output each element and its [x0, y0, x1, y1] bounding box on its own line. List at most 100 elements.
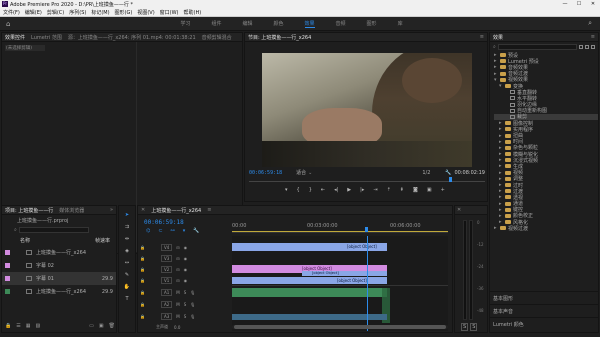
type-tool-icon[interactable]: T: [125, 296, 128, 302]
track-header[interactable]: 🔒 A3 M S 🎙: [140, 312, 230, 320]
collapsed-chevron-icon[interactable]: ▸: [499, 207, 503, 213]
collapsed-chevron-icon[interactable]: ▸: [494, 225, 498, 231]
lift-icon[interactable]: ⇡: [387, 187, 391, 193]
program-scrub-bar[interactable]: [249, 177, 485, 182]
step-back-icon[interactable]: ◂|: [334, 187, 338, 193]
track-lock-icon[interactable]: 🔒: [140, 245, 145, 250]
sync-lock-icon[interactable]: ⊟: [176, 256, 179, 261]
menu-help[interactable]: 帮助(H): [184, 9, 202, 16]
nest-icon[interactable]: ⌬: [146, 228, 150, 234]
essential-sound-tab[interactable]: 基本声音: [490, 305, 598, 318]
minimize-button[interactable]: —: [558, 1, 572, 7]
master-track-header[interactable]: 主声道 0.0: [156, 324, 180, 330]
collapsed-chevron-icon[interactable]: ▸: [499, 170, 503, 176]
add-button-icon[interactable]: +: [441, 187, 445, 193]
track-header[interactable]: 🔒 V3 ⊟ ◉: [140, 254, 230, 262]
menu-window[interactable]: 窗口(W): [160, 9, 179, 16]
go-to-out-icon[interactable]: ⇥: [373, 187, 377, 193]
video-clip-v2-source[interactable]: [object Object]: [302, 271, 387, 276]
mute-icon[interactable]: M: [176, 290, 179, 295]
track-header[interactable]: 🔒 V4 ⊟ ◉: [140, 243, 230, 251]
list-view-icon[interactable]: ☰: [16, 323, 20, 329]
collapsed-chevron-icon[interactable]: ▸: [499, 176, 503, 182]
expanded-chevron-icon[interactable]: ▾: [494, 77, 498, 83]
tab-media-browser[interactable]: 媒体浏览器: [59, 207, 84, 214]
effects-search-input[interactable]: [497, 44, 577, 50]
program-timecode[interactable]: 00:06:59:18: [249, 170, 282, 176]
eye-icon[interactable]: ◉: [184, 245, 188, 250]
collapsed-chevron-icon[interactable]: ▸: [499, 126, 503, 132]
track-lock-icon[interactable]: 🔒: [140, 302, 145, 307]
collapsed-chevron-icon[interactable]: ▸: [499, 139, 503, 145]
extract-icon[interactable]: ⇞: [400, 187, 404, 193]
audio-clip-a1[interactable]: [232, 288, 387, 297]
video-clip-v3[interactable]: [object Object]: [232, 243, 387, 251]
ripple-edit-tool-icon[interactable]: ⇹: [125, 236, 129, 242]
workspace-learn[interactable]: 学习: [180, 20, 190, 27]
wrench-icon[interactable]: 🔧: [445, 170, 451, 176]
project-list-item[interactable]: 字幕 01 29.9: [2, 272, 116, 285]
video-clip-v1[interactable]: [object Object]: [232, 277, 387, 284]
tab-audio-clip-mixer[interactable]: 音频剪辑混合: [202, 34, 232, 41]
razor-tool-icon[interactable]: ◈: [125, 248, 129, 254]
maximize-button[interactable]: ☐: [572, 1, 586, 7]
track-header[interactable]: 🔒 V2 ⊟ ◉: [140, 265, 230, 273]
solo-icon[interactable]: S: [184, 290, 187, 295]
track-lock-icon[interactable]: 🔒: [140, 278, 145, 283]
tab-project[interactable]: 项目: 上班摸鱼——行: [5, 207, 53, 214]
comparison-view-icon[interactable]: ▣: [427, 187, 432, 193]
project-list-item[interactable]: 字幕 02: [2, 259, 116, 272]
menu-marker[interactable]: 标记(M): [91, 9, 109, 16]
play-icon[interactable]: ▶: [347, 187, 351, 193]
collapsed-chevron-icon[interactable]: ▸: [499, 145, 503, 151]
hand-tool-icon[interactable]: ✋: [124, 284, 130, 290]
collapsed-chevron-icon[interactable]: ▸: [499, 133, 503, 139]
zoom-dropdown[interactable]: 1/2: [422, 170, 430, 176]
icon-view-icon[interactable]: ▦: [26, 323, 31, 329]
pen-tool-icon[interactable]: ✎: [125, 272, 129, 278]
new-bin-icon[interactable]: ▭: [89, 323, 94, 329]
trash-icon[interactable]: 🗑: [109, 323, 115, 329]
timeline-timecode[interactable]: 00:06:59:18: [144, 219, 184, 226]
collapsed-chevron-icon[interactable]: ▸: [494, 52, 498, 58]
workspace-editing[interactable]: 编辑: [242, 20, 252, 27]
collapsed-chevron-icon[interactable]: ▸: [499, 120, 503, 126]
track-lock-icon[interactable]: 🔒: [140, 256, 145, 261]
lumetri-color-tab[interactable]: Lumetri 颜色: [490, 318, 598, 331]
menu-view[interactable]: 视图(V): [137, 9, 154, 16]
new-item-icon[interactable]: ▣: [99, 323, 104, 329]
sync-lock-icon[interactable]: ⊟: [176, 267, 179, 272]
timeline-scrollbar[interactable]: [232, 325, 448, 329]
collapsed-chevron-icon[interactable]: ▸: [494, 71, 498, 77]
project-search-input[interactable]: [18, 227, 89, 233]
audio-clip-a3[interactable]: [232, 314, 387, 320]
panel-menu-icon[interactable]: ≡: [591, 34, 595, 40]
menu-clip[interactable]: 剪辑(C): [47, 9, 64, 16]
mute-icon[interactable]: M: [176, 314, 179, 319]
essential-graphics-tab[interactable]: 基本图形: [490, 292, 598, 305]
sync-lock-icon[interactable]: ⊟: [176, 245, 179, 250]
tab-lumetri-scopes[interactable]: Lumetri 范围: [31, 34, 62, 41]
close-sequence-icon[interactable]: ✕: [141, 207, 145, 213]
lock-icon[interactable]: 🔒: [5, 323, 11, 329]
workspace-audio[interactable]: 音频: [336, 20, 346, 27]
mark-out-icon[interactable]: }: [309, 187, 312, 193]
solo-left-icon[interactable]: S: [461, 323, 469, 331]
tab-effect-controls[interactable]: 效果控件: [5, 34, 25, 41]
collapsed-chevron-icon[interactable]: ▸: [499, 182, 503, 188]
32bit-effects-icon[interactable]: [585, 45, 589, 49]
freeform-view-icon[interactable]: ▨: [35, 323, 40, 329]
track-lock-icon[interactable]: 🔒: [140, 314, 145, 319]
workspace-libraries[interactable]: 库: [398, 20, 403, 27]
track-header[interactable]: 🔒 A1 M S 🎙: [140, 288, 230, 296]
workspace-graphics[interactable]: 图形: [367, 20, 377, 27]
menu-file[interactable]: 文件(F): [3, 9, 20, 16]
close-button[interactable]: ✕: [586, 1, 600, 7]
track-select-tool-icon[interactable]: ⇉: [125, 224, 129, 230]
workspace-effects[interactable]: 效果: [304, 20, 315, 28]
frame-rate-column-header[interactable]: 帧速率: [95, 237, 110, 244]
mark-in-icon[interactable]: {: [297, 187, 300, 193]
panel-expand-icon[interactable]: »: [110, 207, 113, 213]
collapsed-chevron-icon[interactable]: ▸: [499, 188, 503, 194]
project-list-item[interactable]: 上班摸鱼——行_x264: [2, 246, 116, 259]
